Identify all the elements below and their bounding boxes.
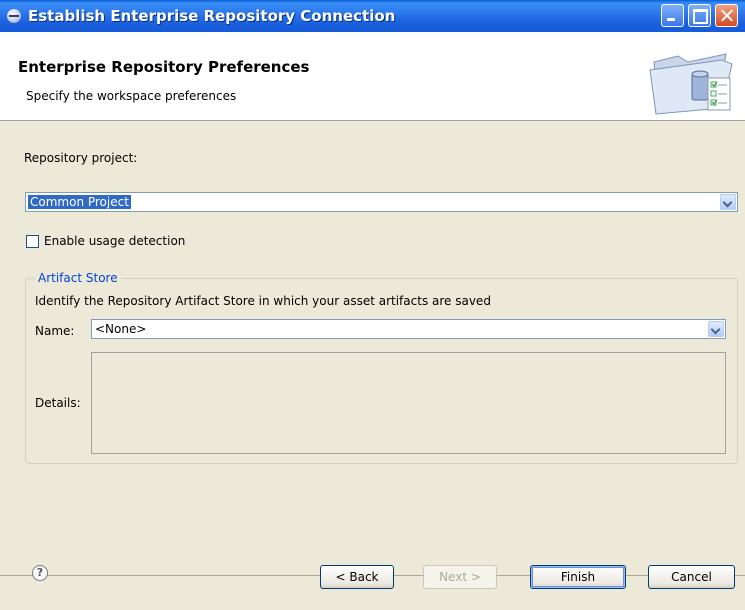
close-button[interactable] [715, 4, 738, 27]
artifact-store-legend: Artifact Store [35, 271, 121, 285]
chevron-down-icon[interactable] [720, 194, 736, 210]
minimize-button[interactable] [661, 4, 684, 27]
artifact-store-description: Identify the Repository Artifact Store i… [35, 294, 491, 308]
enable-usage-checkbox[interactable] [26, 235, 39, 248]
page-subtitle: Specify the workspace preferences [26, 89, 237, 103]
chevron-down-icon[interactable] [708, 321, 724, 337]
eclipse-app-icon [7, 9, 21, 23]
finish-button[interactable]: Finish [530, 565, 626, 589]
name-label: Name: [35, 324, 75, 338]
next-button[interactable]: Next > [423, 565, 497, 589]
folder-database-checklist-icon [649, 53, 733, 115]
back-button[interactable]: < Back [320, 565, 394, 589]
repository-project-value: Common Project [27, 194, 132, 210]
window-title: Establish Enterprise Repository Connecti… [28, 7, 396, 25]
details-textarea[interactable] [91, 352, 726, 454]
help-icon[interactable]: ? [32, 565, 48, 581]
wizard-header: Enterprise Repository Preferences Specif… [0, 32, 745, 121]
title-bar[interactable]: Establish Enterprise Repository Connecti… [0, 0, 745, 32]
enable-usage-label[interactable]: Enable usage detection [44, 234, 185, 248]
artifact-store-name-dropdown[interactable]: <None> [91, 319, 726, 339]
cancel-button[interactable]: Cancel [648, 565, 735, 589]
repository-project-dropdown[interactable]: Common Project [25, 192, 738, 212]
page-title: Enterprise Repository Preferences [18, 58, 310, 76]
maximize-button[interactable] [688, 4, 711, 27]
details-label: Details: [35, 396, 81, 410]
dialog-window: Establish Enterprise Repository Connecti… [0, 0, 745, 610]
repository-project-label: Repository project: [24, 151, 138, 165]
artifact-store-name-value: <None> [95, 322, 147, 336]
